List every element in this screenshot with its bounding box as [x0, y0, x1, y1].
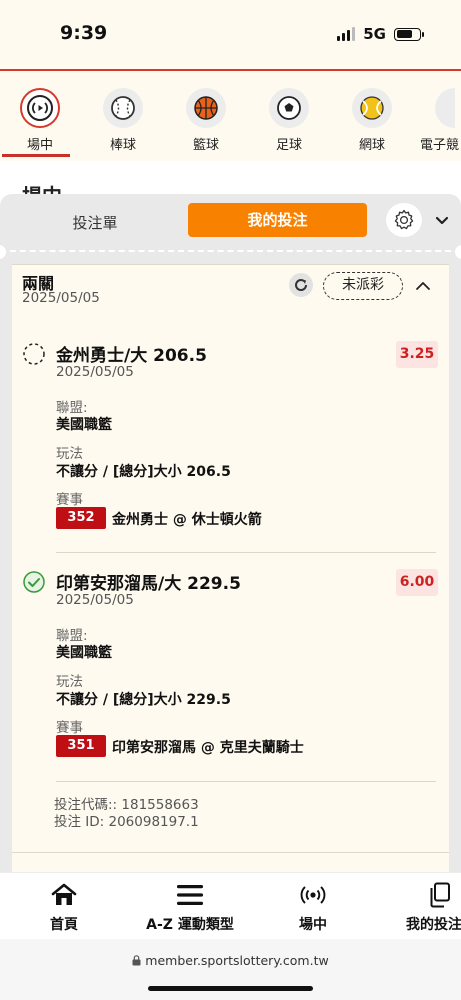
url-text: member.sportslottery.com.tw — [0, 953, 461, 968]
nav-label: 首頁 — [50, 917, 78, 933]
leg-date: 2025/05/05 — [56, 592, 134, 608]
sport-tab-live[interactable]: 場中 — [0, 71, 83, 161]
sport-tab-baseball[interactable]: 棒球 — [83, 71, 166, 161]
active-tab-underline — [2, 154, 70, 157]
sport-tab-label: 足球 — [275, 138, 302, 153]
url-value: member.sportslottery.com.tw — [145, 953, 329, 968]
basketball-icon — [186, 88, 226, 128]
sheet-tabs: 投注單 我的投注 — [0, 194, 461, 250]
lock-icon — [132, 955, 141, 966]
nav-label: 我的投注 — [406, 917, 461, 933]
tab-bet-slip[interactable]: 投注單 — [30, 206, 160, 240]
sport-tab-label: 場中 — [26, 138, 53, 153]
sport-tab-tennis[interactable]: 網球 — [332, 71, 415, 161]
odds-badge: 6.00 — [396, 569, 438, 596]
market-value: 不讓分 / [總分]大小 206.5 — [56, 464, 231, 480]
status-badge: 未派彩 — [323, 272, 403, 300]
tab-divider — [0, 250, 461, 252]
menu-icon — [132, 882, 248, 908]
leg-selection: 印第安那溜馬/大 229.5 — [56, 574, 241, 594]
bet-id: 投注 ID: 206098197.1 — [54, 814, 199, 830]
browser-url-bar[interactable]: member.sportslottery.com.tw — [0, 939, 461, 1000]
status-time: 9:39 — [60, 22, 108, 44]
nav-my-bets[interactable]: 我的投注 — [400, 873, 461, 940]
collapse-bet-button[interactable] — [410, 273, 436, 299]
ticket-notch-right — [455, 245, 461, 259]
collapse-sheet-button[interactable] — [430, 208, 454, 232]
market-label: 玩法 — [56, 674, 83, 690]
chevron-down-icon — [435, 216, 449, 225]
nav-home[interactable]: 首頁 — [24, 873, 104, 940]
nav-az-sports[interactable]: A-Z 運動類型 — [132, 873, 248, 940]
leg-selection: 金州勇士/大 206.5 — [56, 346, 207, 366]
league-value: 美國職籃 — [56, 417, 112, 433]
live-broadcast-icon — [20, 88, 60, 128]
odds-badge: 3.25 — [396, 341, 438, 368]
bets-copy-icon — [400, 882, 461, 908]
sport-tab-label: 籃球 — [192, 138, 219, 153]
sport-tab-label: 網球 — [358, 138, 385, 153]
signal-icon — [337, 27, 356, 41]
market-value: 不讓分 / [總分]大小 229.5 — [56, 692, 231, 708]
check-circle-icon — [23, 571, 45, 593]
card-divider — [12, 852, 449, 853]
sports-nav: 場中 棒球 籃球 足球 網球 電子競 — [0, 71, 461, 161]
chevron-up-icon — [416, 282, 430, 290]
tab-my-bets[interactable]: 我的投注 — [188, 203, 367, 237]
nav-live[interactable]: 場中 — [273, 873, 353, 940]
nav-label: A-Z 運動類型 — [146, 917, 234, 933]
sport-tab-soccer[interactable]: 足球 — [249, 71, 332, 161]
bet-card: 兩關 2025/05/05 未派彩 金州勇士/大 206.5 2025/05/0… — [12, 264, 449, 874]
league-value: 美國職籃 — [56, 645, 112, 661]
home-indicator[interactable] — [148, 986, 313, 991]
event-label: 賽事 — [56, 720, 83, 736]
status-indicators: 5G — [337, 25, 424, 43]
event-label: 賽事 — [56, 492, 83, 508]
gear-icon — [394, 209, 414, 230]
league-label: 聯盟: — [56, 628, 88, 644]
leg-date: 2025/05/05 — [56, 364, 134, 380]
home-icon — [24, 882, 104, 908]
refresh-icon — [295, 279, 308, 291]
pending-circle-icon — [23, 343, 45, 365]
sport-tab-esports[interactable]: 電子競 — [415, 71, 461, 161]
leg-divider — [56, 781, 436, 782]
bottom-nav: 首頁 A-Z 運動類型 場中 我的投注 — [0, 872, 461, 939]
sport-tab-label: 棒球 — [109, 138, 136, 153]
bet-code: 投注代碼:: 181558663 — [54, 797, 199, 813]
tennis-ball-icon — [352, 88, 392, 128]
nav-label: 場中 — [299, 917, 327, 933]
event-number-badge: 352 — [56, 507, 106, 529]
event-name: 印第安那溜馬 @ 克里夫蘭騎士 — [112, 740, 304, 756]
live-broadcast-icon — [273, 882, 353, 908]
sport-tab-label: 電子競 — [420, 138, 460, 153]
event-number-badge: 351 — [56, 735, 106, 757]
leg-divider — [56, 552, 436, 553]
refresh-button[interactable] — [289, 273, 313, 297]
event-name: 金州勇士 @ 休士頓火箭 — [112, 512, 262, 528]
soccer-ball-icon — [269, 88, 309, 128]
baseball-icon — [103, 88, 143, 128]
sport-tab-basketball[interactable]: 籃球 — [166, 71, 249, 161]
network-type: 5G — [363, 25, 386, 43]
status-bar: 9:39 5G — [0, 0, 461, 70]
bet-sheet: 投注單 我的投注 兩關 2025/05/05 未派彩 金州勇士/大 206.5 … — [0, 194, 461, 874]
settings-button[interactable] — [386, 203, 422, 237]
bet-date: 2025/05/05 — [22, 290, 100, 306]
esports-icon — [435, 88, 455, 128]
league-label: 聯盟: — [56, 400, 88, 416]
market-label: 玩法 — [56, 446, 83, 462]
battery-icon — [394, 27, 424, 41]
